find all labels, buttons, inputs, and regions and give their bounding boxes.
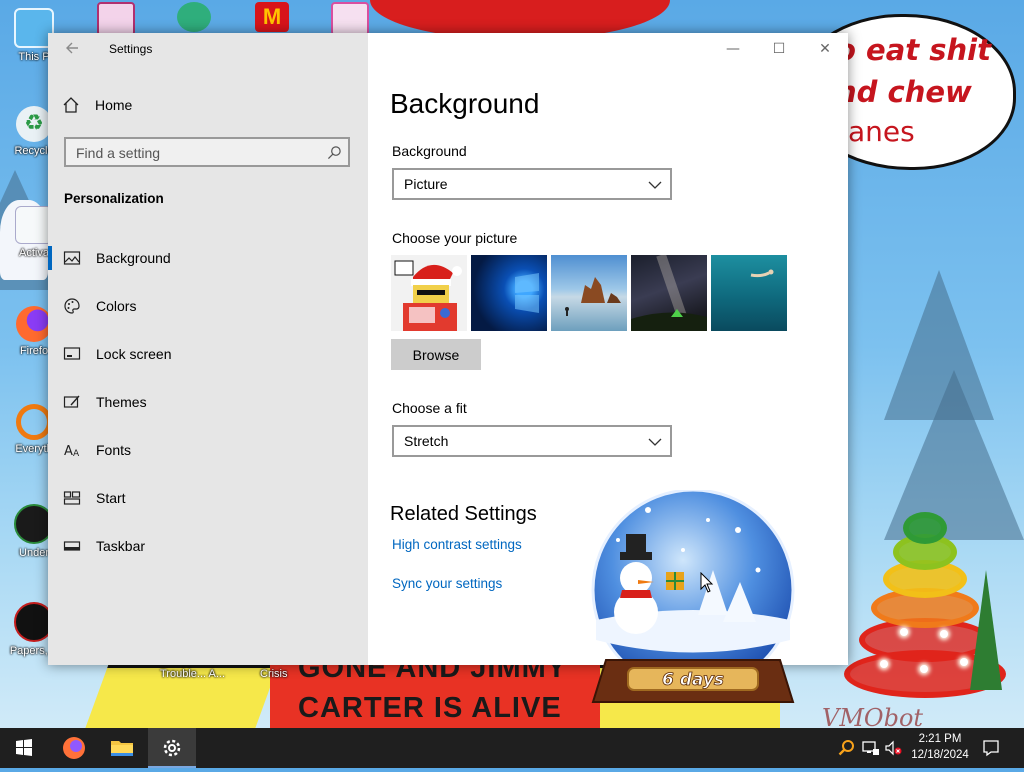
dropdown-value: Picture: [404, 176, 448, 192]
nav-item-start[interactable]: Start: [48, 474, 368, 522]
recycle-bin-icon: ♻: [16, 106, 52, 142]
fonts-icon: AA: [64, 444, 80, 459]
search-icon: [327, 146, 341, 160]
settings-gear-icon: [163, 739, 181, 757]
desktop-icon-top-2[interactable]: [168, 2, 220, 34]
mouse-cursor-icon: [700, 572, 714, 593]
nav-list: Background Colors Lock screen Themes AA …: [48, 234, 368, 570]
nav-item-label: Colors: [96, 298, 137, 314]
lock-screen-icon: [63, 347, 81, 360]
nav-item-label: Taskbar: [96, 538, 146, 554]
speech-line-1: o eat shit: [836, 33, 991, 67]
nav-item-fonts[interactable]: AA Fonts: [48, 426, 368, 474]
desktop-icon-top-1[interactable]: [90, 2, 142, 36]
taskbar: 2:21 PM 12/18/2024: [0, 728, 1024, 768]
search-box[interactable]: [64, 137, 350, 167]
picture-thumb-underwater[interactable]: [711, 255, 787, 331]
nav-item-label: Fonts: [96, 442, 132, 458]
picture-thumb-beach[interactable]: [551, 255, 627, 331]
themes-icon: [63, 395, 80, 408]
snow-globe-countdown: 6 days: [588, 488, 798, 710]
speech-line-3: anes: [848, 115, 915, 148]
related-settings-heading: Related Settings: [390, 503, 537, 525]
nav-item-themes[interactable]: Themes: [48, 378, 368, 426]
search-input[interactable]: [74, 143, 318, 163]
speech-line-2: nd chew: [836, 75, 972, 109]
picture-thumb-santa[interactable]: [391, 255, 467, 331]
chevron-down-icon: [648, 181, 662, 189]
firefox-icon: [16, 306, 52, 342]
nav-item-label: Lock screen: [96, 346, 172, 362]
palette-icon: [64, 298, 80, 314]
browse-button[interactable]: Browse: [391, 339, 481, 370]
network-icon[interactable]: [862, 740, 880, 756]
svg-text:A: A: [64, 444, 73, 459]
minimize-button[interactable]: —: [710, 33, 756, 65]
start-button[interactable]: [0, 728, 48, 768]
everything-search-icon: [16, 404, 52, 440]
windows-start-icon: [16, 739, 32, 756]
svg-text:A: A: [73, 449, 80, 459]
nav-home-label: Home: [95, 97, 133, 113]
nav-home[interactable]: Home: [62, 93, 132, 117]
high-contrast-link[interactable]: High contrast settings: [392, 537, 522, 552]
sync-settings-link[interactable]: Sync your settings: [392, 576, 502, 591]
desktop-icon-label-cropped[interactable]: Trouble... A...: [160, 668, 225, 680]
nav-item-label: Themes: [96, 394, 147, 410]
background-type-label: Background: [392, 143, 467, 159]
nav-item-label: Start: [96, 490, 126, 506]
home-icon: [63, 97, 79, 113]
maximize-button[interactable]: ☐: [756, 33, 802, 65]
tray-date: 12/18/2024: [911, 749, 969, 761]
taskbar-icon: [63, 541, 81, 551]
choose-fit-dropdown[interactable]: Stretch: [392, 425, 672, 457]
nav-section-heading: Personalization: [64, 191, 164, 206]
volume-muted-icon[interactable]: [884, 740, 902, 756]
nav-item-lock-screen[interactable]: Lock screen: [48, 330, 368, 378]
globe-countdown-text: 6 days: [662, 670, 724, 690]
file-explorer-icon: [111, 741, 133, 756]
picture-thumb-night-sky[interactable]: [631, 255, 707, 331]
window-controls: — ☐ ✕: [710, 33, 848, 65]
choose-picture-label: Choose your picture: [392, 230, 518, 246]
notification-icon[interactable]: [982, 739, 1000, 757]
search-tray-icon[interactable]: [838, 739, 856, 757]
chevron-down-icon: [648, 438, 662, 446]
taskbar-settings[interactable]: [148, 728, 196, 768]
tray-clock[interactable]: 2:21 PM 12/18/2024: [910, 731, 970, 763]
desktop-icon-label-cropped[interactable]: Crisis: [260, 668, 288, 680]
background-icon: [63, 251, 81, 265]
firefox-icon: [63, 737, 85, 759]
taskbar-firefox[interactable]: [50, 728, 98, 768]
nav-item-label: Background: [96, 250, 171, 266]
desktop-icon-top-4[interactable]: [324, 2, 376, 36]
dropdown-value: Stretch: [404, 433, 449, 449]
window-title: Settings: [109, 42, 153, 56]
choose-fit-label: Choose a fit: [392, 400, 467, 416]
start-icon: [63, 491, 81, 505]
picture-thumb-windows[interactable]: [471, 255, 547, 331]
nav-item-taskbar[interactable]: Taskbar: [48, 522, 368, 570]
tray-time: 2:21 PM: [918, 733, 962, 745]
christmas-tree-decoration: [840, 500, 1010, 700]
settings-nav-pane: Settings Home Personalization Background…: [48, 33, 368, 665]
page-title: Background: [390, 88, 540, 119]
nav-item-background[interactable]: Background: [48, 234, 368, 282]
nav-item-colors[interactable]: Colors: [48, 282, 368, 330]
background-type-dropdown[interactable]: Picture: [392, 168, 672, 200]
banner-line-2: CARTER IS ALIVE: [298, 692, 562, 724]
back-button[interactable]: [62, 40, 82, 58]
taskbar-file-explorer[interactable]: [98, 728, 146, 768]
mcdonalds-icon[interactable]: M: [246, 2, 298, 34]
back-arrow-icon: [66, 42, 78, 54]
close-button[interactable]: ✕: [802, 33, 848, 65]
picture-thumbnails: [391, 255, 787, 331]
